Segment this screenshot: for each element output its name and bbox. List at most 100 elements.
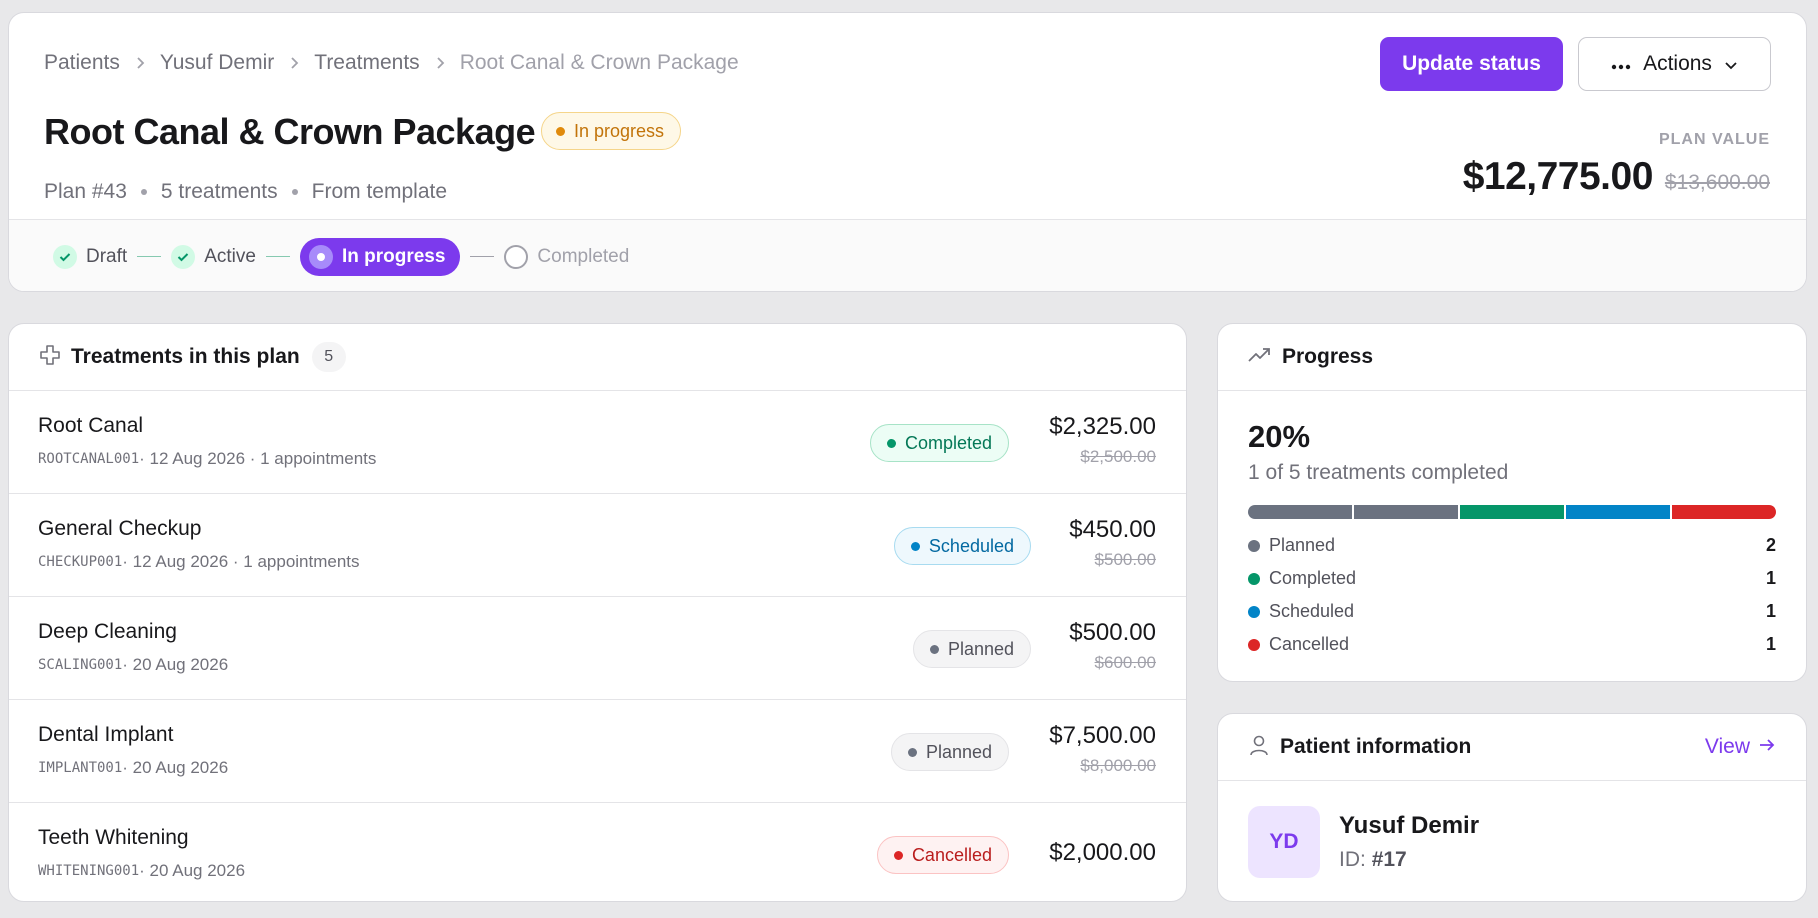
treatment-row[interactable]: Deep Cleaning SCALING001 · 20 Aug 2026 P… [9,597,1186,700]
progress-card: Progress 20% 1 of 5 treatments completed… [1217,323,1807,682]
status-badge: In progress [541,112,682,150]
progress-segment-cancelled [1672,505,1776,519]
treatment-status-badge: Cancelled [876,836,1009,874]
treatment-status-badge: Planned [890,733,1009,771]
treatments-card-header: Treatments in this plan 5 [9,324,1186,391]
treatment-price-original: $600.00 [1094,653,1156,672]
treatment-details: CHECKUP001 · 12 Aug 2026 · 1 appointment… [38,552,360,572]
treatment-row[interactable]: Teeth Whitening WHITENING001 · 20 Aug 20… [9,803,1186,901]
view-patient-link[interactable]: View [1705,735,1776,759]
treatment-name: General Checkup [38,517,202,540]
treatment-status-badge: Planned [912,630,1031,668]
current-step-icon [308,244,333,269]
treatment-status-badge: Completed [869,424,1009,462]
treatment-meta: · 20 Aug 2026 [122,655,229,674]
plan-treatment-count: 5 treatments [160,180,278,203]
treatment-price-current: $7,500.00 [1049,722,1156,749]
progress-segment-planned [1354,505,1458,519]
step-in-progress: In progress [299,237,461,276]
legend-label: Planned [1269,535,1336,555]
treatment-name: Deep Cleaning [38,620,177,643]
step-label: Active [204,245,256,267]
patient-card-header: Patient information View [1218,714,1806,781]
progress-segment-completed [1460,505,1564,519]
progress-segment-bar [1248,505,1776,519]
breadcrumb: Patients Yusuf Demir Treatments Root Can… [44,51,739,75]
treatment-price-current: $2,000.00 [1049,839,1156,866]
breadcrumb-patients[interactable]: Patients [44,51,120,75]
breadcrumb-treatments[interactable]: Treatments [314,51,419,75]
treatment-details: IMPLANT001 · 20 Aug 2026 [38,758,228,778]
treatments-card-title: Treatments in this plan [71,345,300,368]
treatment-code: ROOTCANAL001 [38,451,140,467]
step-active: Active [171,244,256,269]
patient-id: ID: #17 [1339,848,1407,872]
treatment-row[interactable]: Dental Implant IMPLANT001 · 20 Aug 2026 … [9,700,1186,803]
treatment-price-original: $2,500.00 [1080,447,1156,466]
empty-circle-icon [504,244,529,269]
progress-summary: 1 of 5 treatments completed [1248,461,1509,484]
treatment-price: $2,325.00 $2,500.00 [1049,413,1156,467]
plan-source: From template [311,180,448,203]
treatment-code: SCALING001 [38,657,123,673]
step-connector [265,255,290,258]
treatment-price: $2,000.00 [1049,839,1156,867]
patient-id-value: #17 [1371,848,1407,871]
progress-percent: 20% [1248,419,1311,454]
update-status-button[interactable]: Update status [1380,37,1563,91]
plan-value-amount: $12,775.00 [1462,155,1654,198]
patient-info-card: Patient information View YD Yusuf Demir … [1217,713,1807,902]
chevron-right-icon [435,56,445,70]
treatment-row[interactable]: General Checkup CHECKUP001 · 12 Aug 2026… [9,494,1186,597]
step-label: In progress [341,245,446,267]
treatment-price: $450.00 $500.00 [1069,516,1156,570]
breadcrumb-patient[interactable]: Yusuf Demir [160,51,274,75]
treatment-details: SCALING001 · 20 Aug 2026 [38,655,228,675]
check-icon [53,244,77,269]
step-label: Completed [537,245,630,267]
legend-row-completed: Completed 1 [1248,562,1776,595]
treatment-row[interactable]: Root Canal ROOTCANAL001 · 12 Aug 2026 · … [9,391,1186,494]
view-link-label: View [1704,735,1750,758]
user-icon [1248,734,1270,761]
arrow-right-icon [1758,735,1776,759]
treatment-status-label: Planned [925,741,992,762]
treatment-code: CHECKUP001 [38,554,123,570]
legend-dot-icon [1248,539,1260,552]
treatment-meta: · 20 Aug 2026 [122,758,229,777]
treatment-status-badge: Scheduled [893,527,1031,565]
treatment-meta: · 12 Aug 2026 · 1 appointments [122,552,360,571]
chevron-right-icon [289,56,299,70]
status-dot-icon [907,747,917,757]
legend-count: 1 [1765,568,1776,588]
treatment-meta: · 20 Aug 2026 [139,861,246,880]
legend-label: Cancelled [1269,634,1350,654]
bullet-separator [291,189,298,195]
treatment-price-original: $8,000.00 [1080,756,1156,775]
treatment-name: Teeth Whitening [38,826,189,849]
plan-meta: Plan #43 5 treatments From template [44,180,447,204]
treatment-code: WHITENING001 [38,863,140,879]
legend-count: 1 [1765,601,1776,621]
legend-row-planned: Planned 2 [1248,529,1776,562]
treatment-price-original: $500.00 [1094,550,1156,569]
status-badge-label: In progress [574,120,665,141]
progress-card-title: Progress [1282,345,1374,368]
trending-up-icon [1248,347,1272,368]
more-horizontal-icon [1611,52,1631,76]
step-connector [137,255,162,258]
patient-card-title: Patient information [1280,735,1472,758]
progress-body: 20% 1 of 5 treatments completed Planned … [1218,419,1806,661]
avatar: YD [1248,806,1320,878]
legend-label: Completed [1269,568,1357,588]
step-connector [470,255,495,258]
status-dot-icon [893,850,903,860]
step-draft: Draft [53,244,127,269]
actions-button[interactable]: Actions [1578,37,1771,91]
treatment-name: Root Canal [38,414,144,437]
treatment-price-current: $450.00 [1069,516,1156,543]
legend-dot-icon [1248,605,1260,618]
treatment-price: $500.00 $600.00 [1069,619,1156,673]
plan-value-original: $13,600.00 [1664,171,1770,194]
medical-cross-icon [39,344,61,371]
